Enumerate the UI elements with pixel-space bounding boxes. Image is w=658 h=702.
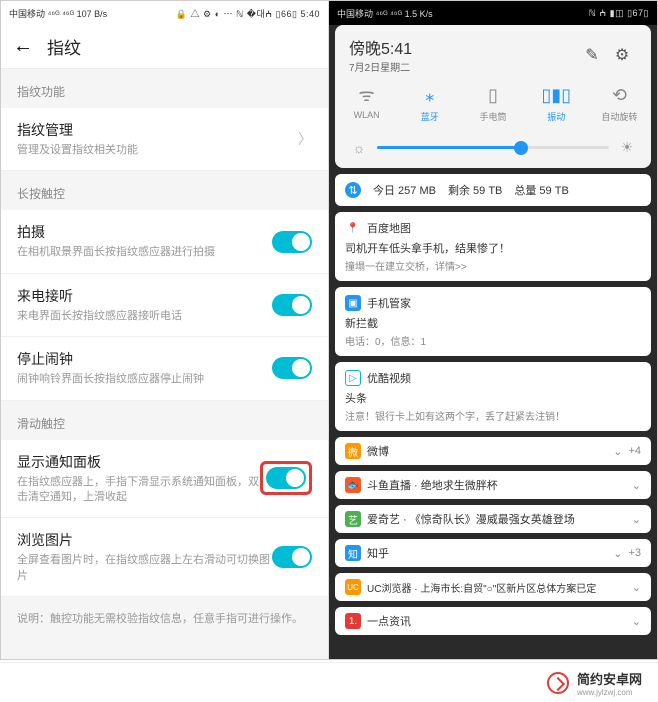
brand-url: www.jylzwj.com: [577, 688, 642, 697]
qs-icon: ᯤ: [335, 84, 398, 106]
section-header: 长按触控: [1, 171, 328, 210]
toggle-panel[interactable]: [266, 467, 306, 489]
chevron-down-icon: ⌄: [613, 445, 622, 458]
section-header: 滑动触控: [1, 401, 328, 440]
statusbar-left: 中国移动 ⁴⁶ᴳ ⁴⁶ᴳ 107 B/s 🔒 △ ⚙ ◐ ⋯ ℕ �대ⵄ ▯66…: [1, 1, 328, 25]
note-text: 说明：触控功能无需校验指纹信息，任意手指可进行操作。: [1, 597, 328, 642]
card-baidu[interactable]: 📍百度地图 司机开车低头拿手机，结果惨了！ 撞塌一在建立交桥，详情>>: [335, 212, 651, 281]
qs-手电筒[interactable]: ▯手电筒: [461, 84, 524, 123]
qs-icon: ⟲: [588, 84, 651, 106]
toggle-shoot[interactable]: [272, 231, 312, 253]
yidian-icon: 1.: [345, 613, 361, 629]
chevron-down-icon: ⌄: [632, 479, 641, 492]
baidu-icon: 📍: [345, 220, 361, 236]
page-title: 指纹: [47, 34, 81, 59]
chevron-down-icon: ⌄: [632, 581, 641, 594]
toggle-photo[interactable]: [272, 546, 312, 568]
logo-icon: [547, 672, 569, 694]
uc-icon: UC: [345, 579, 361, 595]
brightness-low-icon: ☼: [349, 140, 369, 156]
youku-icon: ▷: [345, 370, 361, 386]
qs-振动[interactable]: ▯▮▯振动: [525, 84, 588, 123]
brightness-slider[interactable]: ☼ ☀: [335, 133, 651, 168]
back-icon[interactable]: ←: [13, 35, 33, 58]
row-alarm[interactable]: 停止闹钟闹钟响铃界面长按指纹感应器停止闹钟: [1, 337, 328, 400]
toggle-alarm[interactable]: [272, 357, 312, 379]
card-data-usage[interactable]: ⇅ 今日 257 MB 剩余 59 TB 总量 59 TB: [335, 174, 651, 206]
row-panel[interactable]: 显示通知面板在指纹感应器上，手指下滑显示系统通知面板，双击清空通知，上滑收起: [1, 440, 328, 519]
data-icon: ⇅: [345, 182, 361, 198]
chevron-down-icon: ⌄: [632, 615, 641, 628]
toggle-call[interactable]: [272, 294, 312, 316]
qs-蓝牙[interactable]: ⁎蓝牙: [398, 84, 461, 123]
qs-自动旋转[interactable]: ⟲自动旋转: [588, 84, 651, 123]
section-header: 指纹功能: [1, 69, 328, 108]
brightness-high-icon: ☀: [617, 139, 637, 156]
douyu-icon: 🐟: [345, 477, 361, 493]
brand-name: 简约安卓网: [577, 669, 642, 688]
weibo-icon: 微: [345, 443, 361, 459]
card-guard[interactable]: ▣手机管家 新拦截 电话：0，信息：1: [335, 287, 651, 356]
zhihu-icon: 知: [345, 545, 361, 561]
chevron-right-icon: 〉: [298, 129, 312, 149]
chevron-down-icon: ⌄: [613, 547, 622, 560]
edit-icon[interactable]: ✎: [577, 45, 607, 65]
statusbar-right: 中国移动 ⁴⁶ᴳ ⁴⁶ᴳ 1.5 K/s ℕ ⵄ ▮◫ ▯67▯: [329, 1, 657, 25]
card-iqiyi[interactable]: 艺爱奇艺 · 《惊奇队长》漫威最强女英雄登场⌄: [335, 505, 651, 533]
panel-time: 傍晚5:41: [349, 35, 577, 59]
row-call[interactable]: 来电接听来电界面长按指纹感应器接听电话: [1, 274, 328, 337]
card-zhihu[interactable]: 知知乎⌄+3: [335, 539, 651, 567]
panel-date: 7月2日星期二: [349, 59, 577, 74]
row-shoot[interactable]: 拍摄在相机取景界面长按指纹感应器进行拍摄: [1, 210, 328, 273]
chevron-down-icon: ⌄: [632, 513, 641, 526]
card-weibo[interactable]: 微微博⌄+4: [335, 437, 651, 465]
quick-settings: ᯤWLAN⁎蓝牙▯手电筒▯▮▯振动⟲自动旋转: [335, 76, 651, 133]
iqiyi-icon: 艺: [345, 511, 361, 527]
qs-icon: ▯: [461, 84, 524, 106]
qs-WLAN[interactable]: ᯤWLAN: [335, 84, 398, 123]
row-photo[interactable]: 浏览图片全屏查看图片时，在指纹感应器上左右滑动可切换图片: [1, 518, 328, 597]
card-yidian[interactable]: 1.一点资讯⌄: [335, 607, 651, 635]
qs-icon: ▯▮▯: [525, 84, 588, 106]
qs-icon: ⁎: [398, 84, 461, 106]
row-manage[interactable]: 指纹管理 管理及设置指纹相关功能 〉: [1, 108, 328, 171]
card-youku[interactable]: ▷优酷视频 头条 注意！银行卡上如有这两个字，丢了赶紧去注销！: [335, 362, 651, 431]
footer: 简约安卓网 www.jylzwj.com: [0, 662, 658, 702]
card-uc[interactable]: UCUC浏览器 · 上海市长:自贸"○"区新片区总体方案已定⌄: [335, 573, 651, 601]
card-douyu[interactable]: 🐟斗鱼直播 · 绝地求生微胖杯⌄: [335, 471, 651, 499]
gear-icon[interactable]: ⚙: [607, 45, 637, 65]
guard-icon: ▣: [345, 295, 361, 311]
